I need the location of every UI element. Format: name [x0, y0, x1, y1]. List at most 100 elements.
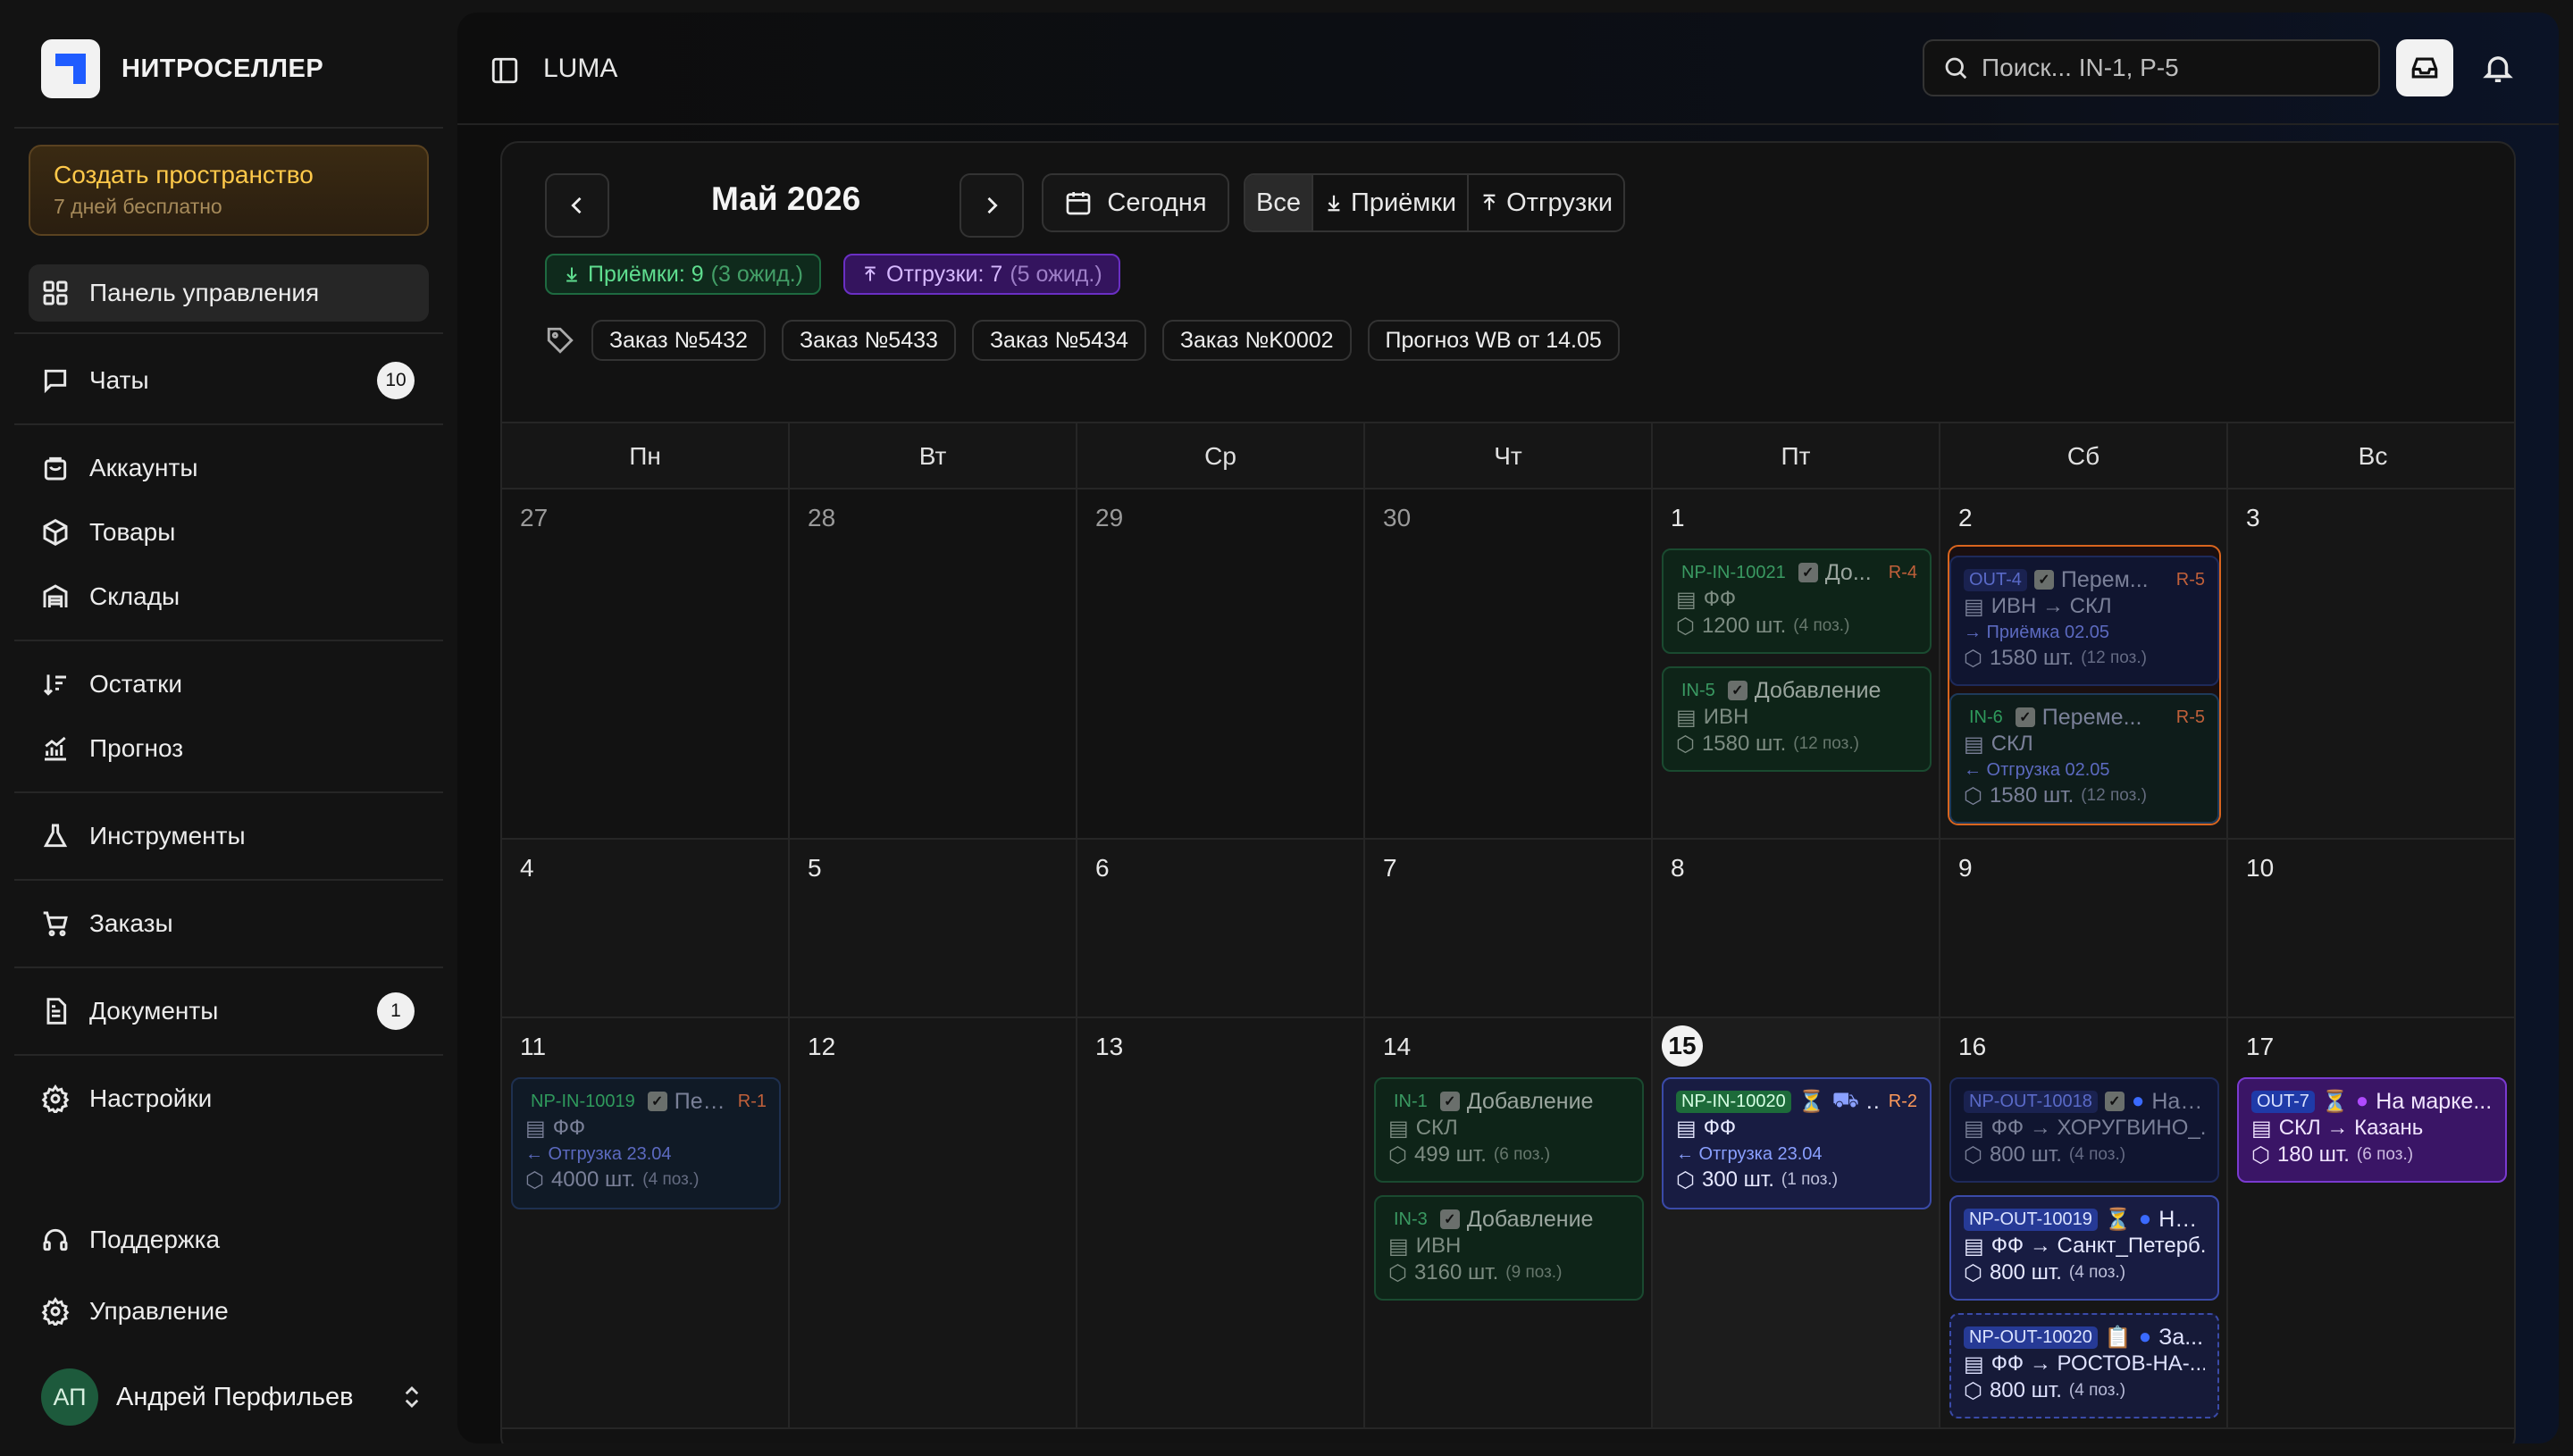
day-cell[interactable]: 27 [502, 490, 790, 840]
prev-month-button[interactable] [545, 173, 609, 238]
tag-chip[interactable]: Заказ №5432 [591, 320, 766, 361]
today-label: Сегодня [1107, 188, 1207, 217]
day-cell[interactable]: 12 [790, 1018, 1077, 1429]
check-icon: ✓ [1727, 681, 1747, 700]
day-number: 16 [1958, 1033, 1987, 1060]
sidebar-item-management[interactable]: Управление [29, 1283, 429, 1340]
box-icon: ⬡ [2251, 1142, 2270, 1167]
day-cell[interactable]: 13 [1077, 1018, 1365, 1429]
divider [14, 127, 443, 129]
event-positions: (4 поз.) [2068, 1381, 2126, 1400]
workspace-name[interactable]: LUMA [543, 54, 617, 84]
day-cell[interactable]: 1 NP-IN-10021 ✓ До... R-4 ▤ ФФ ⬡ 1200 шт. (4 п… [1653, 490, 1940, 840]
event-card[interactable]: IN-1 ✓ Добавление ▤ СКЛ ⬡ 499 шт. (6 поз.) [1374, 1077, 1644, 1183]
sidebar-item-label: Товары [89, 518, 176, 546]
tag-chip[interactable]: Прогноз WB от 14.05 [1367, 320, 1620, 361]
event-ref: R-1 [737, 1091, 767, 1111]
filter-all[interactable]: Все [1245, 175, 1313, 230]
promo-subtitle: 7 дней бесплатно [54, 195, 222, 218]
notifications-button[interactable] [2477, 46, 2519, 89]
filter-outbound[interactable]: Отгрузки [1469, 175, 1623, 230]
event-card[interactable]: IN-5 ✓ Добавление ▤ ИВН ⬡ 1580 шт. (12 поз.) [1662, 666, 1932, 772]
blue-dot-icon: ● [2138, 1207, 2152, 1231]
outbound-stat-badge[interactable]: Отгрузки: 7 (5 ожид.) [843, 254, 1120, 295]
event-positions: (12 поз.) [2081, 786, 2147, 805]
sidebar-item-label: Аккаунты [89, 454, 198, 481]
create-workspace-promo[interactable]: Создать пространство 7 дней бесплатно [29, 145, 429, 236]
event-positions: (12 поз.) [2081, 649, 2147, 667]
event-positions: (4 поз.) [1793, 616, 1850, 635]
user-menu[interactable]: АП Андрей Перфильев [41, 1368, 425, 1426]
sidebar-item-warehouses[interactable]: Склады [29, 568, 429, 625]
check-icon: ✓ [2015, 707, 2035, 727]
search-box[interactable] [1923, 39, 2380, 96]
type-filter: Все Приёмки Отгрузки [1244, 173, 1626, 232]
day-cell[interactable]: 7 [1365, 840, 1653, 1018]
day-cell[interactable]: 11 NP-IN-10019 ✓ Пер... R-1 ▤ ФФ ← Отгрузка … [502, 1018, 790, 1429]
event-card[interactable]: NP-IN-10021 ✓ До... R-4 ▤ ФФ ⬡ 1200 шт. (4 поз… [1662, 548, 1932, 654]
event-card[interactable]: NP-OUT-10020 📋 ● За... ▤ ФФ → РОСТОВ-НА-... … [1949, 1313, 2219, 1418]
day-cell[interactable]: 29 [1077, 490, 1365, 840]
event-card[interactable]: IN-6 ✓ Переме... R-5 ▤ СКЛ ← Отгрузка 02.05 … [1949, 693, 2219, 824]
day-cell[interactable]: 16 NP-OUT-10018 ✓ ● На ... ▤ ФФ → ХОРУГВИНО_… [1940, 1018, 2228, 1429]
divider [14, 966, 443, 968]
event-card[interactable]: NP-OUT-10019 ⏳●На ... ▤ ФФ → Санкт_Петерб.… [1949, 1195, 2219, 1301]
sidebar-toggle-icon[interactable] [490, 55, 520, 86]
sidebar-item-support[interactable]: Поддержка [29, 1211, 429, 1268]
sidebar-item-chats[interactable]: Чаты 10 [29, 352, 429, 409]
tag-chip[interactable]: Заказ №5433 [781, 320, 956, 361]
event-card[interactable]: IN-3 ✓ Добавление ▤ ИВН ⬡ 3160 шт. (9 поз.) [1374, 1195, 1644, 1301]
warehouse-icon: ▤ [1964, 594, 1984, 619]
event-card[interactable]: NP-IN-10020 ⏳⛟... R-2 ▤ФФ ← Отгрузка 23.04… [1662, 1077, 1932, 1209]
hourglass-icon: ⏳ [1798, 1089, 1825, 1114]
sidebar-item-forecast[interactable]: Прогноз [29, 720, 429, 777]
inbound-stat-badge[interactable]: Приёмки: 9 (3 ожид.) [545, 254, 821, 295]
next-month-button[interactable] [960, 173, 1024, 238]
search-input[interactable] [1982, 54, 2375, 82]
day-cell[interactable]: 28 [790, 490, 1077, 840]
day-cell[interactable]: 4 [502, 840, 790, 1018]
day-cell[interactable]: 5 [790, 840, 1077, 1018]
day-cell[interactable]: 6 [1077, 840, 1365, 1018]
day-cell[interactable]: 10 [2228, 840, 2514, 1018]
sidebar-item-accounts[interactable]: Аккаунты [29, 439, 429, 497]
tag-chip[interactable]: Заказ №5434 [971, 320, 1146, 361]
day-cell[interactable]: 2 OUT-4 ✓ Перем... R-5 ▤ ИВН → СКЛ → Приёмка… [1940, 490, 2228, 840]
sidebar-item-orders[interactable]: Заказы [29, 895, 429, 952]
sidebar-item-label: Поддержка [89, 1226, 221, 1253]
sidebar-item-documents[interactable]: Документы 1 [29, 983, 429, 1040]
day-cell[interactable]: 3 [2228, 490, 2514, 840]
sidebar: НИТРОСЕЛЛЕР Создать пространство 7 дней … [0, 0, 457, 1456]
day-cell[interactable]: 17 OUT-7 ⏳ ● На марке... ▤ СКЛ → Казань ⬡ 180… [2228, 1018, 2514, 1429]
event-ref: R-4 [1888, 562, 1917, 582]
day-cell[interactable]: 30 [1365, 490, 1653, 840]
box-icon: ⬡ [1964, 646, 1982, 671]
event-positions: (9 поз.) [1505, 1263, 1563, 1282]
today-button[interactable]: Сегодня [1042, 173, 1229, 232]
day-cell[interactable]: 8 [1653, 840, 1940, 1018]
sidebar-item-label: Управление [89, 1297, 229, 1325]
day-cell[interactable]: 9 [1940, 840, 2228, 1018]
event-card[interactable]: OUT-7 ⏳ ● На марке... ▤ СКЛ → Казань ⬡ 180 шт… [2237, 1077, 2507, 1183]
brand[interactable]: НИТРОСЕЛЛЕР [41, 39, 323, 98]
sidebar-item-tools[interactable]: Инструменты [29, 807, 429, 865]
day-number: 8 [1671, 854, 1685, 882]
sidebar-item-label: Склады [89, 582, 180, 610]
sidebar-item-settings[interactable]: Настройки [29, 1070, 429, 1127]
day-number-today: 15 [1662, 1025, 1703, 1067]
warehouse-icon [41, 582, 70, 611]
day-cell-today[interactable]: 15 NP-IN-10020 ⏳⛟... R-2 ▤ФФ ← Отгрузка 23… [1653, 1018, 1940, 1429]
sidebar-item-products[interactable]: Товары [29, 504, 429, 561]
event-card[interactable]: NP-OUT-10018 ✓ ● На ... ▤ ФФ → ХОРУГВИНО_...… [1949, 1077, 2219, 1183]
sidebar-item-stock[interactable]: Остатки [29, 656, 429, 713]
day-cell[interactable]: 14 IN-1 ✓ Добавление ▤ СКЛ ⬡ 499 шт. (6 поз.)… [1365, 1018, 1653, 1429]
filter-inbound[interactable]: Приёмки [1313, 175, 1470, 230]
warehouse-icon: ▤ [1388, 1234, 1409, 1259]
promo-title: Создать пространство [54, 161, 314, 188]
tag-chip[interactable]: Заказ №K0002 [1161, 320, 1352, 361]
event-card[interactable]: NP-IN-10019 ✓ Пер... R-1 ▤ ФФ ← Отгрузка 23.… [511, 1077, 781, 1209]
day-number: 2 [1958, 504, 1973, 531]
inbox-button[interactable] [2396, 39, 2453, 96]
event-card[interactable]: OUT-4 ✓ Перем... R-5 ▤ ИВН → СКЛ → Приёмка 0… [1949, 556, 2219, 686]
sidebar-item-dashboard[interactable]: Панель управления [29, 264, 429, 322]
